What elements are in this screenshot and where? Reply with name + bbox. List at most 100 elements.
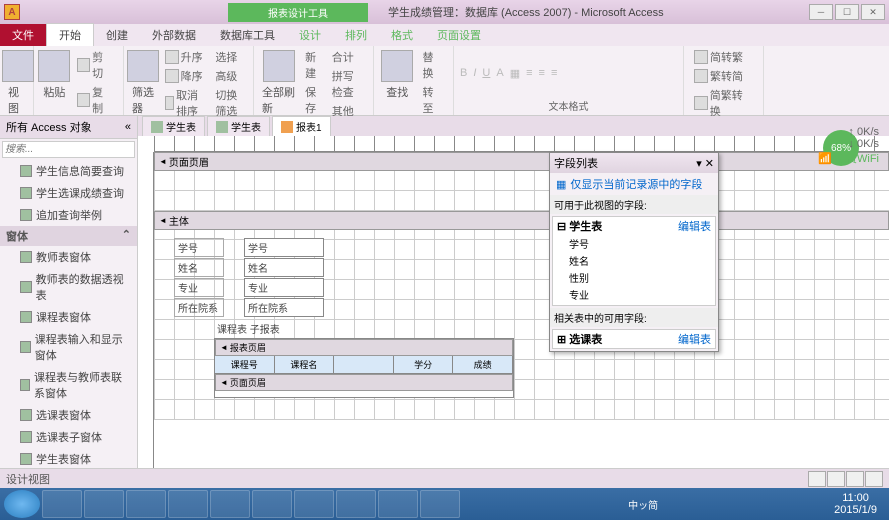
- tab-pagesetup[interactable]: 页面设置: [425, 24, 493, 46]
- view-layout-button[interactable]: [846, 471, 864, 487]
- paste-button[interactable]: 粘贴: [40, 48, 69, 102]
- field-xm[interactable]: 姓名: [244, 258, 324, 277]
- copy-button[interactable]: 复制: [73, 83, 117, 117]
- selection-button[interactable]: 选择: [211, 48, 247, 66]
- subreport-column-header[interactable]: 课程名: [275, 356, 335, 373]
- field-list-pin-icon[interactable]: ▾: [696, 158, 702, 170]
- nav-form-item[interactable]: 选课表子窗体: [0, 426, 137, 448]
- tab-design[interactable]: 设计: [287, 24, 333, 46]
- nav-query-item[interactable]: 学生选课成绩查询: [0, 182, 137, 204]
- t2s-button[interactable]: 繁转简: [690, 67, 757, 85]
- field-list-close-icon[interactable]: ✕: [705, 158, 714, 170]
- field-tree-table[interactable]: ⊟ 学生表编辑表: [553, 217, 715, 235]
- field-tree-field[interactable]: 学号: [553, 235, 715, 252]
- label-yx[interactable]: 所在院系: [174, 298, 224, 317]
- taskbar-qq[interactable]: [252, 490, 292, 518]
- tab-dbtools[interactable]: 数据库工具: [208, 24, 287, 46]
- cn-convert-button[interactable]: 简繁转换: [690, 86, 757, 120]
- restore-button[interactable]: ☐: [835, 4, 859, 20]
- forms-group-header[interactable]: 窗体⌃: [0, 226, 137, 246]
- taskbar-app2[interactable]: [210, 490, 250, 518]
- label-zy[interactable]: 专业: [174, 278, 224, 297]
- start-button[interactable]: [4, 490, 40, 518]
- clear-sort-button[interactable]: 取消排序: [161, 86, 208, 120]
- nav-form-item[interactable]: 课程表窗体: [0, 306, 137, 328]
- view-button[interactable]: 视图: [6, 48, 30, 118]
- subreport-control[interactable]: 报表页眉 课程号课程名 学分成绩 页面页眉: [214, 338, 514, 398]
- label-xm[interactable]: 姓名: [174, 258, 224, 277]
- file-tab[interactable]: 文件: [0, 24, 46, 46]
- subreport-column-header[interactable]: 课程号: [215, 356, 275, 373]
- cut-button[interactable]: 剪切: [73, 48, 117, 82]
- field-list-pane[interactable]: 字段列表 ▾ ✕ ▦ 仅显示当前记录源中的字段 可用于此视图的字段: ⊟ 学生表…: [549, 152, 719, 352]
- new-button[interactable]: 新建: [301, 48, 324, 82]
- field-tree-field[interactable]: 入学年份: [553, 303, 715, 306]
- navpane-collapse-icon[interactable]: «: [125, 121, 131, 133]
- document-tab[interactable]: 学生表: [142, 116, 205, 136]
- sort-desc-button[interactable]: 降序: [161, 67, 208, 85]
- field-xh[interactable]: 学号: [244, 238, 324, 257]
- nav-form-item[interactable]: 课程表与教师表联系窗体: [0, 366, 137, 404]
- show-current-source-link[interactable]: ▦ 仅显示当前记录源中的字段: [550, 173, 718, 195]
- field-tree-field[interactable]: 性别: [553, 269, 715, 286]
- refresh-button[interactable]: 全部刷新: [260, 48, 297, 118]
- taskbar-folder[interactable]: [126, 490, 166, 518]
- field-yx[interactable]: 所在院系: [244, 298, 324, 317]
- advanced-button[interactable]: 高级: [211, 67, 247, 85]
- subreport-column-header[interactable]: [334, 356, 394, 373]
- minimize-button[interactable]: ─: [809, 4, 833, 20]
- tab-create[interactable]: 创建: [94, 24, 140, 46]
- sub-report-header[interactable]: 报表页眉: [215, 339, 513, 356]
- filter-button[interactable]: 筛选器: [130, 48, 157, 118]
- taskbar-app1[interactable]: [168, 490, 208, 518]
- tab-home[interactable]: 开始: [46, 23, 94, 46]
- replace-button[interactable]: 替换: [418, 48, 447, 82]
- page-header-bar[interactable]: 页面页眉: [154, 152, 889, 171]
- nav-form-item[interactable]: 学生表窗体: [0, 448, 137, 468]
- label-xh[interactable]: 学号: [174, 238, 224, 257]
- toggle-filter-button[interactable]: 切换筛选: [211, 86, 247, 120]
- taskbar-ie[interactable]: [84, 490, 124, 518]
- save-button[interactable]: 保存: [301, 83, 324, 117]
- subreport-label[interactable]: 课程表 子报表: [214, 320, 304, 337]
- related-table-node[interactable]: ⊞ 选课表 编辑表: [553, 330, 715, 348]
- field-tree-field[interactable]: 专业: [553, 286, 715, 303]
- taskbar-word[interactable]: [378, 490, 418, 518]
- nav-query-item[interactable]: 学生信息简要查询: [0, 160, 137, 182]
- document-tab[interactable]: 报表1: [272, 116, 331, 136]
- find-button[interactable]: 查找: [380, 48, 414, 102]
- taskbar-ppt[interactable]: [336, 490, 376, 518]
- view-design-button[interactable]: [865, 471, 883, 487]
- document-tab[interactable]: 学生表: [207, 116, 270, 136]
- taskbar-explorer[interactable]: [42, 490, 82, 518]
- body-section-bar[interactable]: 主体: [154, 211, 889, 230]
- nav-form-item[interactable]: 选课表窗体: [0, 404, 137, 426]
- nav-query-item[interactable]: 追加查询举例: [0, 204, 137, 226]
- sub-page-header[interactable]: 页面页眉: [215, 374, 513, 391]
- nav-form-item[interactable]: 教师表窗体: [0, 246, 137, 268]
- totals-button[interactable]: 合计: [328, 48, 367, 66]
- sort-asc-button[interactable]: 升序: [161, 48, 208, 66]
- tab-external[interactable]: 外部数据: [140, 24, 208, 46]
- nav-form-item[interactable]: 教师表的数据透视表: [0, 268, 137, 306]
- taskbar-clock[interactable]: 11:00 2015/1/9: [826, 492, 885, 516]
- goto-button[interactable]: 转至: [418, 83, 447, 117]
- view-preview-button[interactable]: [827, 471, 845, 487]
- taskbar-access[interactable]: [420, 490, 460, 518]
- taskbar-chrome[interactable]: [294, 490, 334, 518]
- tab-arrange[interactable]: 排列: [333, 24, 379, 46]
- field-tree-field[interactable]: 姓名: [553, 252, 715, 269]
- field-zy[interactable]: 专业: [244, 278, 324, 297]
- spelling-button[interactable]: 拼写检查: [328, 67, 367, 101]
- tab-format[interactable]: 格式: [379, 24, 425, 46]
- nav-form-item[interactable]: 课程表输入和显示窗体: [0, 328, 137, 366]
- s2t-button[interactable]: 简转繁: [690, 48, 757, 66]
- close-button[interactable]: ✕: [861, 4, 885, 20]
- view-report-button[interactable]: [808, 471, 826, 487]
- edit-related-table-link[interactable]: 编辑表: [678, 331, 711, 347]
- subreport-column-header[interactable]: 成绩: [453, 356, 513, 373]
- search-input[interactable]: [2, 141, 135, 158]
- ime-indicator[interactable]: 中ッ简: [628, 497, 658, 512]
- edit-table-link[interactable]: 编辑表: [678, 218, 711, 234]
- subreport-column-header[interactable]: 学分: [394, 356, 454, 373]
